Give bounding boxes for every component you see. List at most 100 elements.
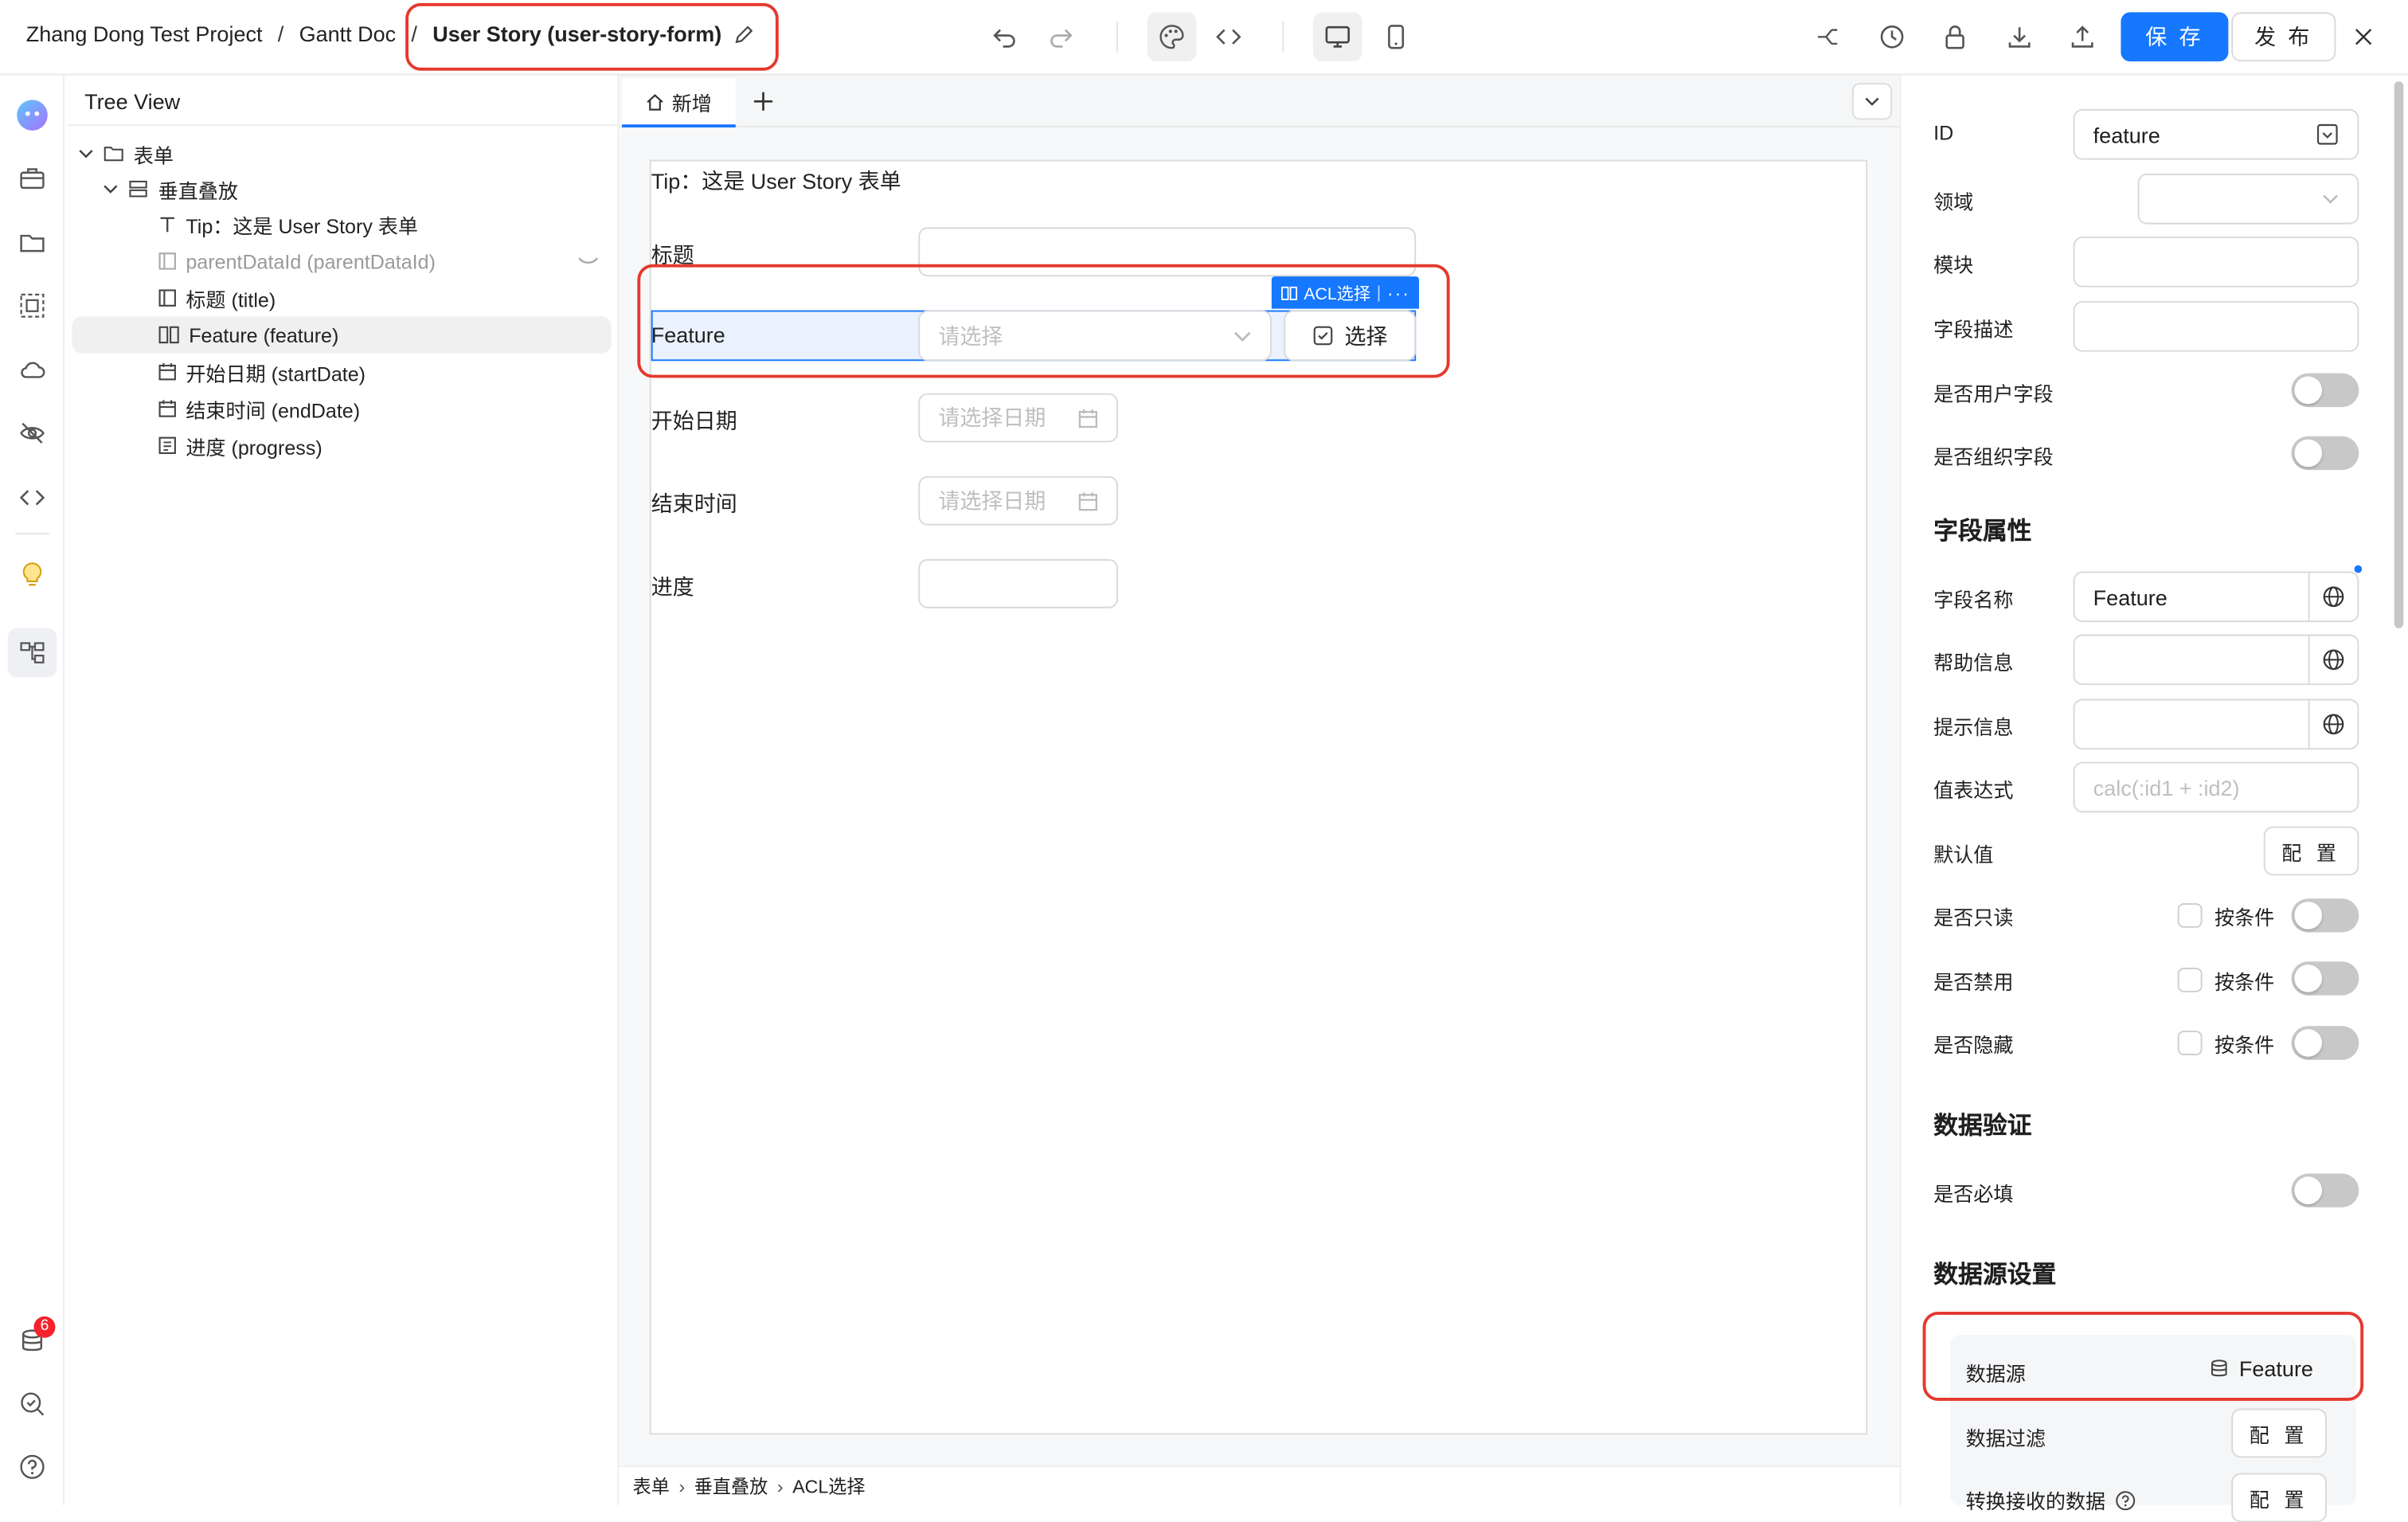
convert-data-config-button[interactable]: 配 置 <box>2231 1473 2327 1522</box>
tree-node-tip[interactable]: Tip：这是 User Story 表单 <box>158 207 418 241</box>
tree-node-vertical-stack[interactable]: 垂直叠放 <box>103 172 238 205</box>
hidden-eye-icon[interactable] <box>577 253 599 268</box>
globe-icon[interactable] <box>2308 573 2358 621</box>
download-icon[interactable] <box>1995 12 2044 61</box>
end-date-picker[interactable]: 请选择日期 <box>918 475 1119 526</box>
data-filter-config-button[interactable]: 配 置 <box>2231 1408 2327 1458</box>
field-name-input[interactable]: Feature <box>2073 571 2359 623</box>
help-info-input[interactable] <box>2073 634 2359 686</box>
id-label: ID <box>1933 121 1954 145</box>
branch-icon[interactable] <box>1803 12 1852 61</box>
question-circle-icon[interactable] <box>2115 1489 2136 1511</box>
tree-node-parentdataid[interactable]: parentDataId (parentDataId) <box>158 245 436 278</box>
disabled-toggle[interactable] <box>2291 961 2359 996</box>
lightbulb-icon[interactable] <box>14 556 50 593</box>
top-bar: Zhang Dong Test Project / Gantt Doc / Us… <box>0 0 2408 76</box>
is-org-field-toggle[interactable] <box>2291 436 2359 471</box>
tree-node-label: 结束时间 (endDate) <box>186 398 361 422</box>
globe-icon[interactable] <box>2308 700 2358 749</box>
search-check-icon[interactable] <box>14 1386 50 1422</box>
help-icon[interactable] <box>14 1449 50 1485</box>
field-desc-input[interactable] <box>2073 301 2359 352</box>
breadcrumb-project[interactable]: Zhang Dong Test Project <box>26 22 263 46</box>
path-item[interactable]: 垂直叠放 <box>694 1473 768 1500</box>
history-clock-icon[interactable] <box>1867 12 1917 61</box>
hidden-label: 是否隐藏 <box>1933 1033 2014 1057</box>
chevron-right-icon: › <box>678 1475 686 1497</box>
input-field-icon <box>158 289 176 307</box>
convert-data-row: 转换接收的数据 <box>1966 1485 2136 1515</box>
select-box-icon[interactable] <box>2316 123 2339 146</box>
text-icon <box>160 217 174 233</box>
save-button[interactable]: 保 存 <box>2121 12 2229 62</box>
palette-icon[interactable] <box>1147 12 1197 62</box>
close-icon[interactable] <box>2339 12 2388 61</box>
redo-icon[interactable] <box>1037 12 1086 61</box>
disabled-condition-checkbox[interactable] <box>2177 968 2203 992</box>
readonly-condition-checkbox[interactable] <box>2177 903 2203 928</box>
hint-info-label: 提示信息 <box>1933 715 2014 739</box>
tree-node-label: 标题 (title) <box>186 288 276 311</box>
chevron-down-icon <box>2323 194 2339 204</box>
tree-view-title: Tree View <box>84 88 181 114</box>
number-field-icon <box>158 436 176 454</box>
tree-node-feature[interactable]: Feature (feature) <box>72 316 612 354</box>
undo-icon[interactable] <box>979 12 1029 61</box>
tree-node-end-date[interactable]: 结束时间 (endDate) <box>158 392 360 425</box>
required-toggle[interactable] <box>2291 1173 2359 1207</box>
domain-label: 领域 <box>1933 190 1974 214</box>
rail-divider <box>15 533 49 535</box>
desktop-view-icon[interactable] <box>1312 12 1362 62</box>
start-date-picker[interactable]: 请选择日期 <box>918 393 1119 443</box>
readonly-toggle[interactable] <box>2291 898 2359 933</box>
tree-node-start-date[interactable]: 开始日期 (startDate) <box>158 355 366 389</box>
field-attributes-heading: 字段属性 <box>1933 518 2032 546</box>
value-expression-placeholder: calc(:id1 + :id2) <box>2093 774 2240 800</box>
tree-node-progress[interactable]: 进度 (progress) <box>158 428 322 462</box>
home-icon <box>647 93 664 110</box>
value-expression-input[interactable]: calc(:id1 + :id2) <box>2073 761 2359 813</box>
path-item[interactable]: 表单 <box>633 1473 670 1500</box>
hidden-condition-label: 按条件 <box>2214 1033 2275 1057</box>
hidden-eye-icon[interactable] <box>14 415 50 452</box>
component-select-icon[interactable] <box>14 288 50 324</box>
tree-header-divider <box>65 124 618 127</box>
progress-input[interactable] <box>918 559 1119 608</box>
tree-node-label: 垂直叠放 <box>158 178 238 202</box>
briefcase-icon[interactable] <box>14 160 50 197</box>
ai-assistant-icon[interactable] <box>14 97 50 134</box>
code-icon[interactable] <box>1204 12 1253 61</box>
globe-icon[interactable] <box>2308 636 2358 684</box>
default-value-config-button[interactable]: 配 置 <box>2263 826 2359 876</box>
code-brackets-icon[interactable] <box>14 479 50 516</box>
add-tab-plus-icon[interactable] <box>751 89 776 114</box>
publish-button[interactable]: 发 布 <box>2231 12 2336 62</box>
id-input[interactable]: feature <box>2073 108 2359 160</box>
tab-add[interactable]: 新增 <box>622 78 736 128</box>
field-name-value: Feature <box>2093 584 2168 609</box>
hint-info-input[interactable] <box>2073 698 2359 750</box>
chevron-down-icon[interactable] <box>103 182 118 197</box>
domain-select[interactable] <box>2137 173 2359 225</box>
lock-icon[interactable] <box>1930 12 1980 61</box>
tree-panel: Tree View 表单 垂直叠放 Tip：这是 User Story 表单 p… <box>65 75 620 1506</box>
cloud-icon[interactable] <box>14 352 50 389</box>
tab-menu-chevron-icon[interactable] <box>1851 83 1893 120</box>
tree-structure-icon[interactable] <box>7 628 57 678</box>
is-user-field-toggle[interactable] <box>2291 373 2359 408</box>
tree-node-label: 开始日期 (startDate) <box>186 362 366 385</box>
path-item[interactable]: ACL选择 <box>792 1473 865 1500</box>
module-input[interactable] <box>2073 237 2359 288</box>
hidden-toggle[interactable] <box>2291 1026 2359 1060</box>
tree-node-form[interactable]: 表单 <box>78 137 174 170</box>
hidden-condition-checkbox[interactable] <box>2177 1031 2203 1055</box>
required-label: 是否必填 <box>1933 1183 2014 1206</box>
breadcrumb-doc[interactable]: Gantt Doc <box>299 22 397 46</box>
tree-node-title[interactable]: 标题 (title) <box>158 281 276 315</box>
end-date-placeholder: 请选择日期 <box>938 488 1046 514</box>
upload-icon[interactable] <box>2058 12 2107 61</box>
chevron-down-icon[interactable] <box>78 146 93 161</box>
folder-icon[interactable] <box>14 225 50 261</box>
mobile-view-icon[interactable] <box>1371 12 1421 61</box>
scrollbar[interactable] <box>2394 81 2404 628</box>
